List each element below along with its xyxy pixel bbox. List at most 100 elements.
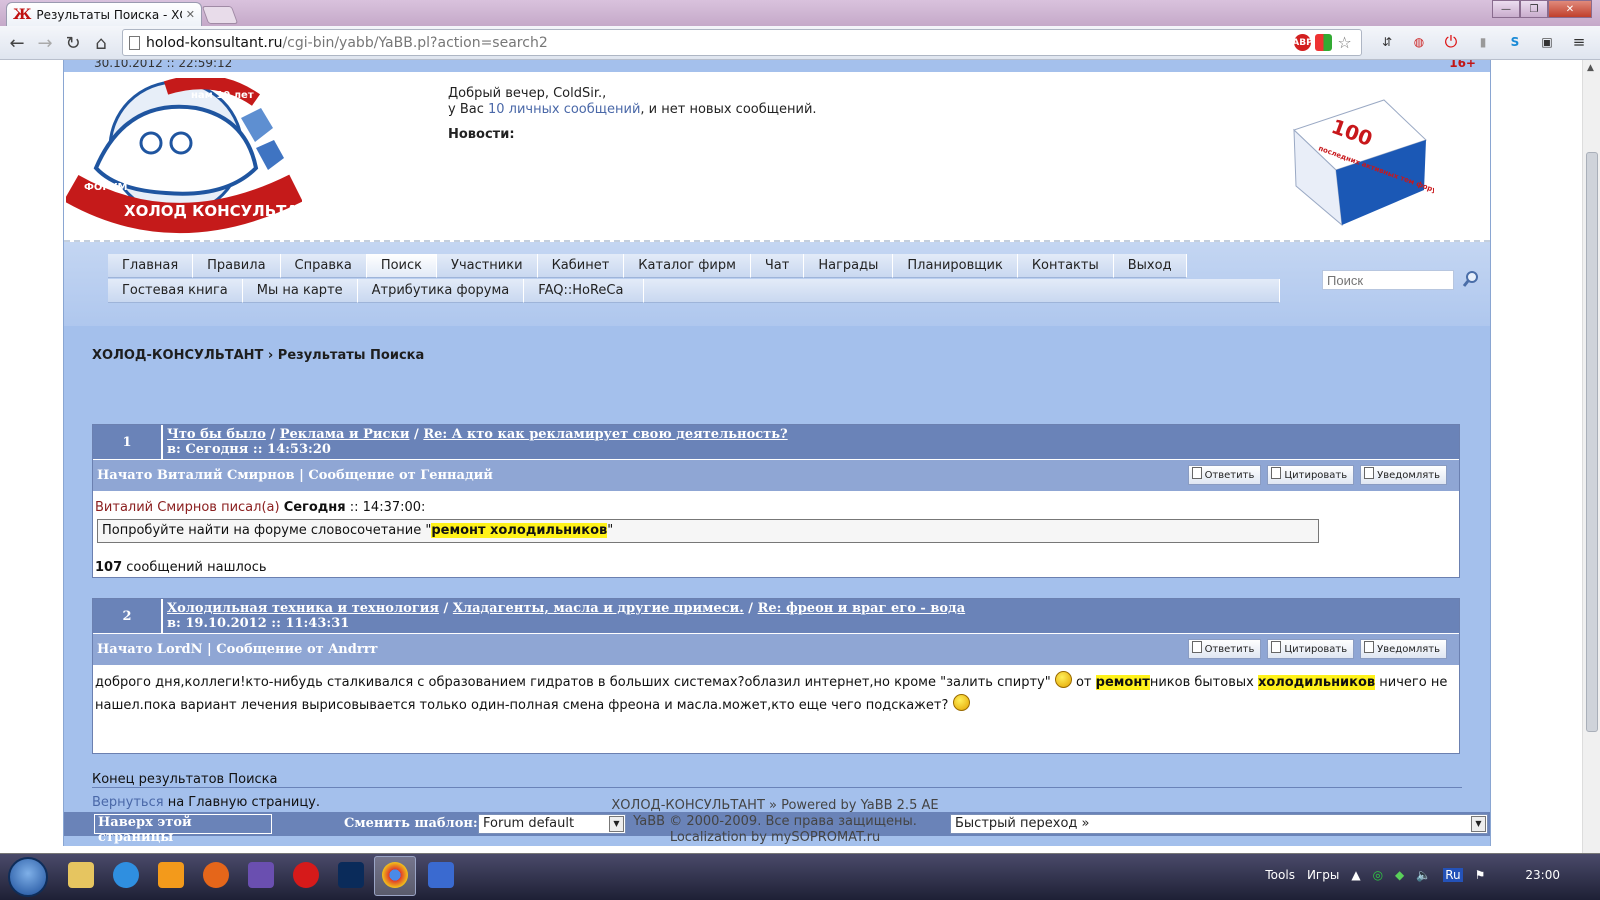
top100-topics-badge-icon[interactable]: 100 последних активных тем форума (1284, 90, 1434, 230)
start-button[interactable] (8, 857, 48, 897)
notify-button[interactable]: Уведомлять (1360, 639, 1447, 659)
menu-help[interactable]: Справка (280, 254, 367, 278)
news-label: Новости: (448, 127, 515, 142)
power-extension-icon[interactable]: ⏻ (1442, 32, 1460, 51)
media-player-icon[interactable] (158, 862, 184, 888)
menu-company-catalog[interactable]: Каталог фирм (624, 254, 751, 278)
url-path: /cgi-bin/yabb/YaBB.pl?action=search2 (282, 34, 548, 51)
firefox-icon[interactable] (203, 862, 229, 888)
current-datetime: 30.10.2012 :: 22:59:12 (94, 60, 233, 70)
menu-contacts[interactable]: Контакты (1017, 254, 1114, 278)
minimize-button[interactable]: — (1492, 0, 1520, 18)
scrollbar-thumb[interactable] (1586, 152, 1598, 732)
back-arrow-icon[interactable]: ← (6, 32, 28, 54)
adblock-icon[interactable]: ABP (1292, 34, 1313, 51)
menu-merch[interactable]: Атрибутика форума (357, 279, 525, 303)
result-body: Виталий Смирнов писал(а) Сегодня :: 14:3… (93, 491, 1459, 585)
menu-members[interactable]: Участники (437, 254, 538, 278)
url-host: holod-konsultant.ru (146, 34, 283, 51)
menu-awards[interactable]: Награды (804, 254, 894, 278)
category-link[interactable]: Реклама и Риски (280, 427, 410, 442)
quote-icon (1271, 641, 1282, 653)
result-subheader: Начато Виталий Смирнов | Сообщение от Ге… (93, 459, 1459, 491)
tray-app-icon[interactable]: ◎ (1373, 868, 1383, 882)
forum-logo-icon[interactable]: нам 10 лет ФОРУМ ХОЛОД КОНСУЛЬТАНТ (66, 78, 302, 238)
notification-extension-icon[interactable]: ◍ (1410, 33, 1428, 51)
forward-arrow-icon[interactable]: → (34, 32, 56, 54)
menu-profile[interactable]: Кабинет (537, 254, 625, 278)
board-link[interactable]: Что бы было (167, 427, 266, 442)
reply-button[interactable]: Ответить (1187, 465, 1262, 485)
menu-faq-horeca[interactable]: FAQ::HoReCa (524, 279, 645, 303)
site-favicon-icon: Ж (13, 6, 32, 23)
result-date: в: Сегодня :: 14:53:20 (167, 442, 331, 457)
bookmark-star-icon[interactable]: ☆ (1336, 33, 1353, 52)
maximize-button[interactable]: ❐ (1520, 0, 1548, 18)
shield-icon[interactable]: ◆ (1395, 868, 1404, 882)
menu-guestbook[interactable]: Гостевая книга (108, 279, 243, 303)
result-header: 1 Что бы было / Реклама и Риски / Re: А … (93, 425, 1459, 459)
chrome-icon[interactable] (382, 862, 408, 888)
notify-button[interactable]: Уведомлять (1360, 465, 1447, 485)
menu-slant (64, 254, 108, 278)
settings-menu-icon[interactable]: ≡ (1570, 33, 1588, 51)
clock[interactable]: 23:00 (1525, 868, 1560, 882)
save-disk-icon[interactable] (428, 862, 454, 888)
category-link[interactable]: Хладагенты, масла и другие примеси. (453, 601, 744, 616)
browser-tab[interactable]: Ж Результаты Поиска - ХОЛ ✕ (6, 2, 202, 26)
menu-planner[interactable]: Планировщик (893, 254, 1018, 278)
menu-rules[interactable]: Правила (193, 254, 281, 278)
download-extension-icon[interactable]: ⇵ (1378, 33, 1396, 51)
volume-icon[interactable]: 🔈 (1416, 868, 1431, 882)
menu-slant (64, 279, 108, 303)
explorer-icon[interactable] (68, 862, 94, 888)
quote-button[interactable]: Цитировать (1267, 465, 1355, 485)
tray-expand-icon[interactable]: ▲ (1351, 868, 1360, 882)
result-count-text: сообщений нашлось (122, 560, 267, 575)
address-bar[interactable]: holod-konsultant.ru/cgi-bin/yabb/YaBB.pl… (122, 29, 1362, 56)
new-tab-button[interactable] (201, 6, 239, 24)
menu-home[interactable]: Главная (108, 254, 194, 278)
quote-day: Сегодня (283, 500, 346, 515)
search-icon[interactable] (1462, 270, 1480, 288)
skype-icon[interactable]: S (1506, 33, 1524, 51)
reply-button[interactable]: Ответить (1187, 639, 1262, 659)
color-extension-icon[interactable] (1315, 34, 1332, 51)
tools-toolbar[interactable]: Tools (1265, 868, 1295, 882)
menu-chat[interactable]: Чат (750, 254, 805, 278)
site-search-input[interactable] (1322, 270, 1454, 290)
menu-logout[interactable]: Выход (1113, 254, 1187, 278)
language-indicator[interactable]: Ru (1443, 868, 1463, 882)
quote-text: Попробуйте найти на форуме словосочетани… (102, 523, 432, 538)
reload-icon[interactable]: ↻ (62, 32, 84, 54)
opera-icon[interactable] (293, 862, 319, 888)
photoshop-icon[interactable] (338, 862, 364, 888)
end-of-results: Конец результатов Поиска (92, 772, 278, 787)
internet-explorer-icon[interactable] (113, 862, 139, 888)
scroll-up-icon[interactable]: ▲ (1587, 63, 1594, 73)
home-icon[interactable]: ⌂ (90, 32, 112, 54)
main-menu: Главная Правила Справка Поиск Участники … (64, 242, 1490, 326)
menu-map[interactable]: Мы на карте (242, 279, 358, 303)
stats-extension-icon[interactable]: ▮ (1474, 33, 1492, 51)
tab-title: Результаты Поиска - ХОЛ (36, 7, 182, 22)
window-close-button[interactable]: ✕ (1548, 0, 1592, 18)
search-result-1: 1 Что бы было / Реклама и Риски / Re: А … (92, 424, 1460, 578)
quote-label: Цитировать (1284, 469, 1348, 481)
translate-extension-icon[interactable]: ▣ (1538, 33, 1556, 51)
topic-link[interactable]: Re: А кто как рекламирует свою деятельно… (423, 427, 787, 442)
quote-button[interactable]: Цитировать (1267, 639, 1355, 659)
path-separator: / (743, 601, 758, 616)
tab-close-icon[interactable]: ✕ (186, 8, 195, 21)
menu-search[interactable]: Поиск (366, 254, 438, 278)
board-link[interactable]: Холодильная техника и технология (167, 601, 439, 616)
greeting-prefix: у Вас (448, 102, 488, 117)
quote-label: Цитировать (1284, 643, 1348, 655)
visual-studio-icon[interactable] (248, 862, 274, 888)
flag-icon[interactable]: ⚑ (1475, 868, 1486, 882)
page-scrollbar[interactable]: ▲ (1582, 60, 1600, 863)
windows-taskbar: Tools Игры ▲ ◎ ◆ 🔈 Ru ⚑ 23:00 (0, 853, 1600, 900)
topic-link[interactable]: Re: фреон и враг его - вода (758, 601, 966, 616)
games-toolbar[interactable]: Игры (1307, 868, 1339, 882)
private-messages-link[interactable]: 10 личных сообщений (488, 102, 640, 117)
